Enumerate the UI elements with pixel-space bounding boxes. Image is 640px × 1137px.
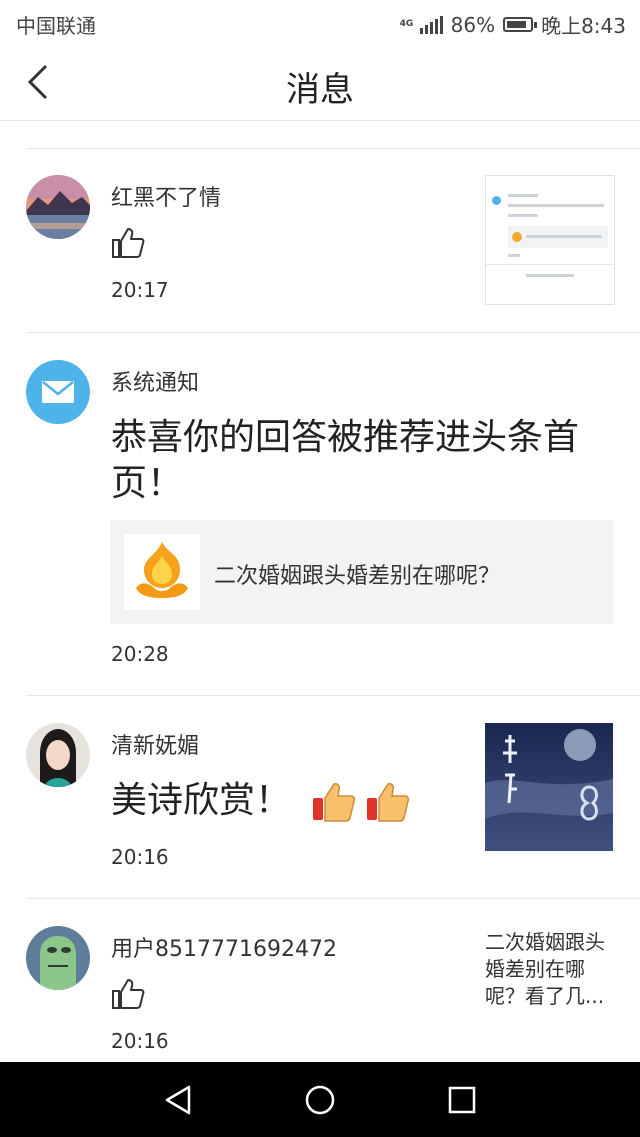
preview-line bbox=[508, 204, 604, 207]
clock: 晚上8:43 bbox=[541, 14, 626, 38]
square-recents-icon[interactable] bbox=[447, 1085, 477, 1115]
avatar[interactable] bbox=[26, 723, 90, 787]
battery-level-fill bbox=[507, 21, 527, 28]
page-title: 消息 bbox=[286, 70, 354, 110]
thumbs-up-emoji-icon bbox=[367, 783, 410, 822]
carrier-label: 中国联通 bbox=[16, 14, 96, 38]
battery-icon bbox=[503, 17, 538, 32]
fire-logo-icon bbox=[124, 534, 200, 610]
app-header: 消息 bbox=[0, 44, 640, 121]
message-time: 20:28 bbox=[111, 642, 169, 666]
preview-line bbox=[508, 194, 538, 197]
preview-line bbox=[526, 274, 574, 277]
thumbs-up-outline-icon bbox=[112, 228, 145, 258]
message-text: 恭喜你的回答被推荐进头条首页！ bbox=[111, 417, 580, 504]
fire-icon bbox=[512, 232, 522, 242]
triangle-back-icon[interactable] bbox=[163, 1084, 193, 1116]
preview-card bbox=[508, 226, 608, 248]
avatar[interactable] bbox=[26, 926, 90, 990]
mail-icon bbox=[492, 196, 501, 205]
preview-line bbox=[508, 254, 520, 257]
moon-poem-image[interactable] bbox=[485, 723, 613, 851]
system-nav-bar bbox=[0, 1062, 640, 1137]
avatar[interactable] bbox=[26, 175, 90, 239]
divider bbox=[486, 264, 614, 265]
question-title: 二次婚姻跟头婚差别在哪呢？ bbox=[214, 564, 501, 589]
preview-line bbox=[508, 214, 538, 217]
network-type-label: 4G bbox=[399, 19, 414, 29]
divider bbox=[26, 695, 640, 696]
thumbs-up-outline-icon bbox=[112, 979, 145, 1009]
sender-name: 红黑不了情 bbox=[111, 186, 222, 211]
preview-text[interactable]: 二次婚姻跟头婚差别在哪呢？看了几... bbox=[485, 929, 623, 1010]
thumbs-up-emoji-icon bbox=[313, 783, 356, 822]
sender-name: 清新妩媚 bbox=[111, 734, 200, 759]
question-card[interactable]: 二次婚姻跟头婚差别在哪呢？ bbox=[110, 520, 613, 624]
signal-icon bbox=[419, 15, 443, 34]
circle-home-icon[interactable] bbox=[304, 1084, 336, 1116]
message-item-2[interactable] bbox=[0, 334, 640, 694]
sender-name: 用户8517771692472 bbox=[111, 937, 337, 962]
divider bbox=[26, 148, 640, 149]
divider bbox=[26, 898, 640, 899]
mail-icon bbox=[26, 360, 90, 424]
preview-line bbox=[526, 235, 602, 238]
divider bbox=[26, 332, 640, 333]
status-bar: 中国联通 4G 86% 晚上8:43 bbox=[0, 0, 640, 44]
battery-percent: 86% bbox=[450, 12, 496, 37]
message-text: 美诗欣赏！ bbox=[111, 780, 292, 821]
sender-name: 系统通知 bbox=[111, 371, 200, 396]
notification-screenshot[interactable] bbox=[485, 175, 615, 305]
message-time: 20:16 bbox=[111, 1029, 169, 1053]
message-time: 20:17 bbox=[111, 278, 169, 302]
message-time: 20:16 bbox=[111, 845, 169, 869]
